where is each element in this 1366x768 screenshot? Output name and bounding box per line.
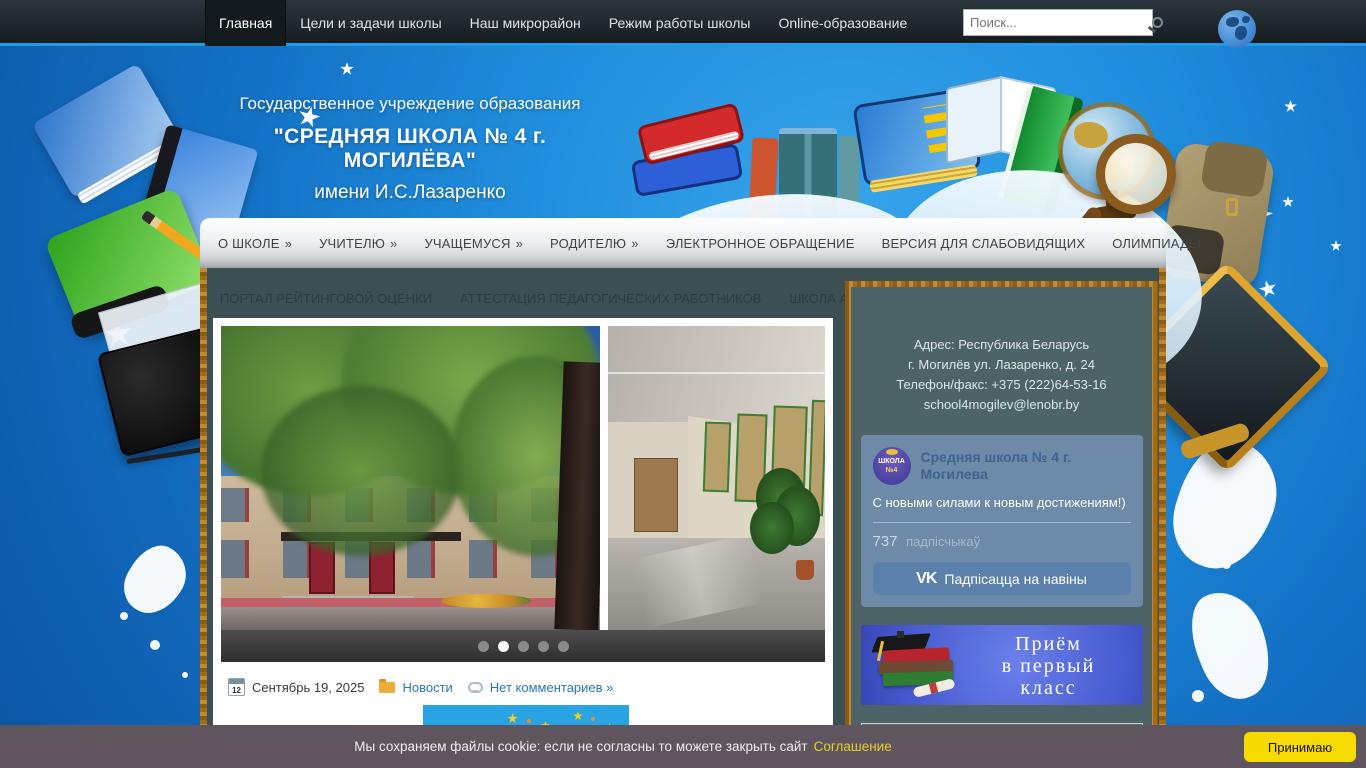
submenu-arrow: » (515, 235, 524, 251)
site-header: Государственное учреждение образования "… (205, 94, 615, 204)
nav-item-online-education[interactable]: Online-образование (764, 0, 921, 46)
main-menu-bar: О ШКОЛЕ» УЧИТЕЛЮ» УЧАЩЕМУСЯ» РОДИТЕЛЮ» Э… (200, 218, 1201, 268)
calendar-icon: 12 (228, 678, 245, 696)
comment-icon (467, 681, 483, 693)
cookie-agreement-link[interactable]: Соглашение (814, 739, 892, 754)
slider-dot-4[interactable] (537, 640, 549, 652)
menu-item-for-teacher[interactable]: УЧИТЕЛЮ» (319, 236, 397, 251)
menu-item-visually-impaired-version[interactable]: ВЕРСИЯ ДЛЯ СЛАБОВИДЯЩИХ (882, 236, 1086, 251)
vk-subscribe-button[interactable]: VK Падпісацца на навіны (872, 562, 1131, 595)
school-name: "СРЕДНЯЯ ШКОЛА № 4 г. МОГИЛЁВА" (273, 125, 547, 172)
wooden-frame-left (200, 268, 207, 768)
graduation-cap-knob (896, 631, 904, 638)
photo-slider (221, 326, 825, 662)
nav-item-schedule[interactable]: Режим работы школы (595, 0, 765, 46)
contact-address-block: Адрес: Республика Беларусь г. Могилёв ул… (851, 335, 1152, 415)
open-book-decoration (946, 76, 1002, 164)
cookie-accept-button[interactable]: Принимаю (1244, 732, 1356, 762)
backpack-buckle-decoration (1226, 198, 1238, 216)
address-street: г. Могилёв ул. Лазаренко, д. 24 (908, 357, 1095, 372)
sidebar-inner: Адрес: Республика Беларусь г. Могилёв ул… (851, 287, 1152, 762)
submenu-arrow: » (631, 235, 639, 251)
slider-dot-2-active[interactable] (497, 640, 509, 652)
paint-dot (182, 672, 188, 678)
star-decoration (1330, 240, 1342, 251)
vk-followers-label: падпісчыкаў (906, 534, 981, 549)
menu-item-electronic-appeal[interactable]: ЭЛЕКТРОННОЕ ОБРАЩЕНИЕ (666, 236, 855, 251)
post-comments-link[interactable]: Нет комментариев » (490, 680, 614, 695)
slide-photo-school-yard[interactable] (221, 326, 600, 630)
magnifier-decoration (1096, 134, 1176, 214)
slider-dot-1[interactable] (477, 640, 489, 652)
folder-icon (379, 678, 396, 693)
top-nav: Главная Цели и задачи школы Наш микрорай… (205, 0, 921, 46)
sidebar: Адрес: Республика Беларусь г. Могилёв ул… (845, 281, 1158, 768)
vk-followers-count: 737 (872, 533, 898, 550)
slide-photo-school-hallway[interactable] (608, 326, 825, 630)
address-email: school4mogilev@lenobr.by (923, 397, 1080, 412)
star-decoration (1284, 100, 1297, 112)
page: Главная Цели и задачи школы Наш микрорай… (0, 0, 1366, 768)
submenu-arrow: » (284, 235, 293, 251)
menu-item-for-parent[interactable]: РОДИТЕЛЮ» (550, 236, 639, 251)
search-input[interactable] (964, 15, 1152, 30)
slider-dot-5[interactable] (557, 640, 569, 652)
post-category-link[interactable]: Новости (402, 680, 452, 695)
nav-item-district[interactable]: Наш микрорайон (456, 0, 595, 46)
school-named-after: имени И.С.Лазаренко (314, 182, 506, 203)
slider-dot-3[interactable] (517, 640, 529, 652)
nav-item-home[interactable]: Главная (205, 0, 287, 46)
paint-splatter (114, 535, 197, 625)
nav-item-goals[interactable]: Цели и задачи школы (286, 0, 455, 46)
vk-divider (872, 522, 1131, 523)
cookie-message: Мы сохраняем файлы cookie: если не согла… (354, 739, 892, 754)
address-phone: Телефон/факс: +375 (222)64-53-16 (896, 377, 1107, 392)
address-country: Адрес: Республика Беларусь (913, 337, 1090, 352)
wooden-frame-right (1159, 268, 1166, 768)
vk-community-avatar[interactable]: ШКОЛА №4 (872, 447, 911, 485)
paint-dot (1192, 690, 1204, 702)
vk-followers: 737 падпісчыкаў (873, 533, 1131, 550)
link-rating-portal[interactable]: ПОРТАЛ РЕЙТИНГОВОЙ ОЦЕНКИ (220, 291, 432, 306)
paint-splatter (1177, 580, 1285, 710)
main-content-card: 12 Сентябрь 19, 2025 Новости Нет коммент… (213, 318, 833, 768)
first-grade-admission-banner[interactable]: Приём в первый класс (860, 625, 1143, 705)
star-decoration (340, 62, 354, 75)
vk-community-name-link[interactable]: Средняя школа № 4 г. Могилева (921, 449, 1131, 483)
menu-item-for-student[interactable]: УЧАЩЕМУСЯ» (424, 236, 523, 251)
vk-community-widget: ШКОЛА №4 Средняя школа № 4 г. Могилева С… (860, 435, 1143, 607)
submenu-arrow: » (390, 235, 398, 251)
cookie-consent-bar: Мы сохраняем файлы cookie: если не согла… (0, 725, 1366, 768)
banner-text: Приём в первый класс (1001, 633, 1096, 699)
post-date: Сентябрь 19, 2025 (252, 679, 365, 695)
globe-icon[interactable] (1218, 10, 1256, 48)
paint-dot (1222, 560, 1231, 569)
post-meta-row: 12 Сентябрь 19, 2025 Новости Нет коммент… (228, 678, 613, 696)
link-teacher-attestation[interactable]: АТТЕСТАЦИЯ ПЕДАГОГИЧЕСКИХ РАБОТНИКОВ (460, 291, 761, 306)
organization-type: Государственное учреждение образования (239, 94, 581, 113)
slider-photos (221, 326, 825, 630)
menu-item-olympiads[interactable]: ОЛИМПИАДЫ (1112, 236, 1201, 251)
vk-logo-icon: VK (916, 569, 937, 587)
slider-dots-bar (221, 630, 825, 662)
top-navigation-bar: Главная Цели и задачи школы Наш микрорай… (0, 0, 1366, 48)
search-box (963, 9, 1163, 36)
vk-community-status: С новыми силами к новым достижениям!) (872, 495, 1126, 510)
paint-dot (150, 640, 160, 650)
menu-item-about-school[interactable]: О ШКОЛЕ» (218, 236, 292, 251)
star-decoration (1282, 196, 1294, 207)
search-icon[interactable] (1152, 17, 1163, 28)
paint-dot (120, 612, 128, 620)
